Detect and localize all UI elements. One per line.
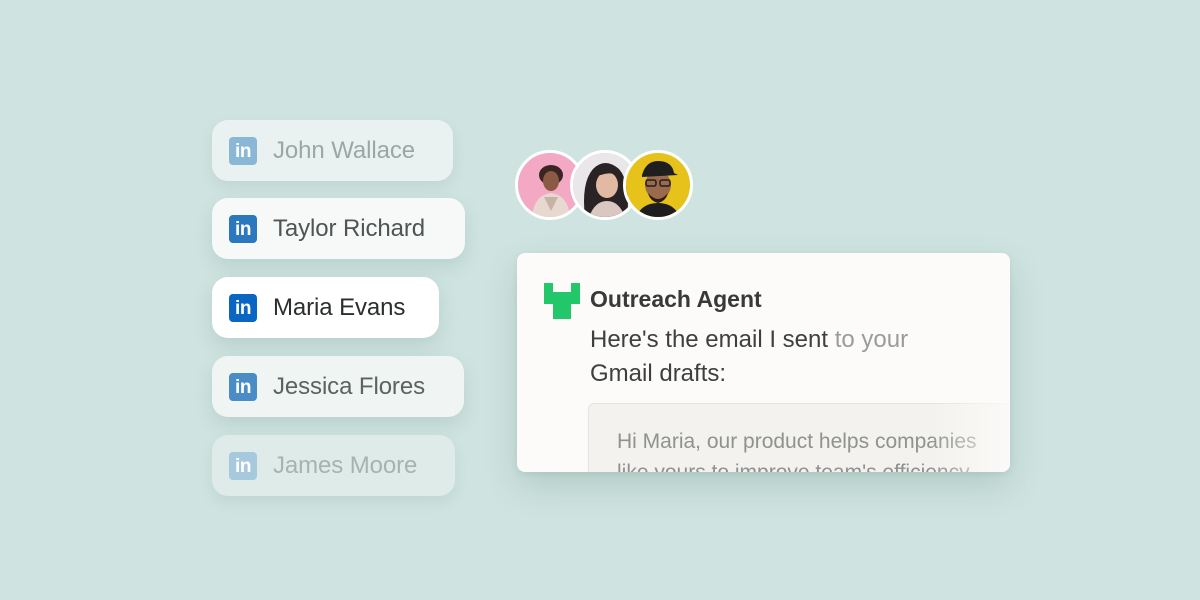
- avatar-group: [515, 150, 705, 220]
- agent-message-text-fading: to your: [828, 326, 909, 353]
- contact-name: Maria Evans: [273, 293, 406, 321]
- linkedin-icon: in: [229, 451, 257, 480]
- contact-james-moore[interactable]: in James Moore: [212, 435, 455, 496]
- contact-john-wallace[interactable]: in John Wallace: [212, 120, 453, 181]
- agent-message: Here's the email I sent to your Gmail dr…: [590, 323, 950, 391]
- contact-name: James Moore: [273, 451, 418, 479]
- person-avatar-icon: [626, 153, 690, 217]
- linkedin-icon: in: [229, 372, 257, 401]
- agent-message-text: Here's the email I sent: [590, 326, 829, 353]
- linkedin-icon: in: [229, 293, 257, 322]
- avatar[interactable]: [623, 150, 693, 220]
- contact-jessica-flores[interactable]: in Jessica Flores: [212, 356, 464, 417]
- contact-name: John Wallace: [273, 136, 415, 164]
- contact-maria-evans[interactable]: in Maria Evans: [212, 277, 439, 338]
- contact-name: Taylor Richard: [273, 214, 425, 242]
- agent-message-text-line2: Gmail drafts:: [590, 360, 727, 387]
- agent-message-card: Outreach Agent Here's the email I sent t…: [517, 253, 1010, 472]
- agent-logo-icon: [544, 283, 580, 319]
- text-fade-overlay: [930, 403, 1010, 472]
- linkedin-icon: in: [229, 136, 257, 165]
- contact-name: Jessica Flores: [273, 372, 425, 400]
- contact-taylor-richard[interactable]: in Taylor Richard: [212, 198, 465, 259]
- agent-name: Outreach Agent: [590, 286, 762, 312]
- linkedin-icon: in: [229, 214, 257, 243]
